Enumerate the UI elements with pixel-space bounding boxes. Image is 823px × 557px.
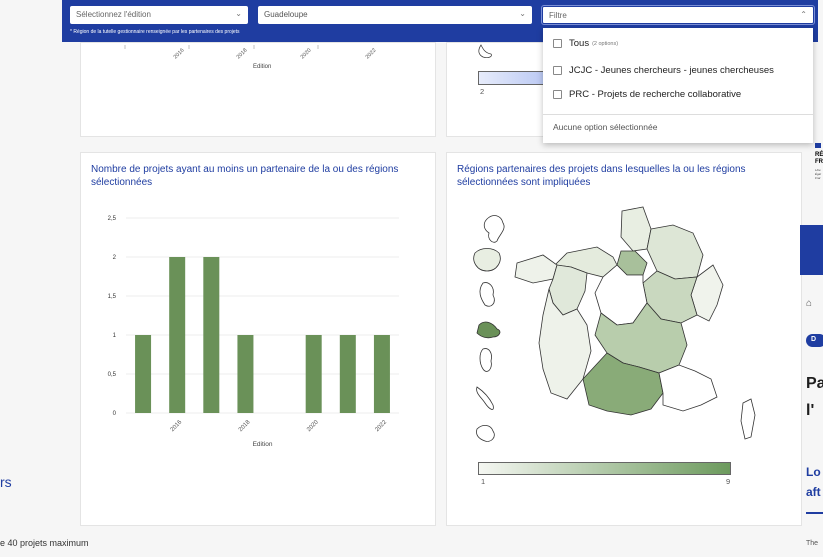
bar	[169, 257, 186, 413]
region-shape	[620, 206, 652, 252]
chevron-down-icon: ⌄	[519, 9, 526, 18]
x-tick-label: 2018	[238, 419, 252, 433]
region-shape	[476, 321, 501, 339]
region-select-value: Guadeloupe	[264, 10, 308, 19]
option-jcjc[interactable]: JCJC - Jeunes chercheurs - jeunes cherch…	[553, 65, 774, 76]
y-tick-label: 1,5	[108, 294, 117, 300]
chart-card-top-left: 2016 2018 2020 2022 Edition	[80, 42, 436, 137]
y-tick-label: 1	[113, 333, 117, 339]
divider	[806, 512, 823, 514]
bar	[339, 335, 356, 413]
logo-flag	[815, 143, 821, 148]
region-shape	[646, 224, 704, 280]
region-note: * Région de la tutelle gestionnaire rens…	[70, 29, 240, 35]
bar	[135, 335, 152, 413]
region-shape	[473, 248, 501, 272]
bar-chart-card: Nombre de projets ayant au moins un part…	[80, 152, 436, 526]
bar-chart: 0 0,5 1 1,5 2 2,5 2016 2018 2020 2022 Edition	[108, 216, 399, 448]
option-prc[interactable]: PRC - Projets de recherche collaborative	[553, 89, 741, 100]
chevron-up-icon: ⌃	[800, 10, 807, 19]
color-scale-legend	[478, 462, 731, 475]
section-title-fragment: Lo	[806, 465, 821, 479]
page-title-fragment: l'	[806, 402, 815, 419]
body-text-fragment: The	[806, 540, 819, 547]
checkbox[interactable]	[553, 39, 562, 48]
tag-pill[interactable]: D	[806, 334, 823, 347]
option-tous[interactable]: Tous (2 options)	[553, 38, 618, 49]
y-tick-label: 0,5	[108, 372, 117, 378]
option-label: PRC - Projets de recherche collaborative	[569, 89, 742, 100]
legend-min-value: 2	[480, 87, 485, 96]
option-label: JCJC - Jeunes chercheurs - jeunes cherch…	[569, 65, 774, 76]
legend-min-value: 1	[481, 477, 486, 486]
y-tick-label: 2,5	[108, 216, 117, 222]
chart-title: Régions partenaires des projets dans les…	[457, 164, 746, 188]
corsica-outline	[740, 398, 756, 440]
x-tick-label: 2016	[170, 419, 184, 433]
info-text-fragment: e 40 projets maximum	[0, 538, 89, 548]
y-tick-label: 0	[113, 411, 117, 417]
program-filter-placeholder: Filtre	[549, 11, 567, 20]
region-shape	[476, 425, 495, 442]
divider	[543, 114, 813, 115]
map-card: Régions partenaires des projets dans les…	[446, 152, 802, 526]
bar	[237, 335, 254, 413]
x-tick-label: 2020	[306, 419, 320, 433]
edition-select-placeholder: Sélectionnez l'édition	[76, 10, 151, 19]
checkbox[interactable]	[553, 90, 562, 99]
region-shape	[476, 386, 494, 410]
option-count: (2 options)	[592, 40, 619, 47]
guadeloupe-outline	[483, 215, 505, 243]
x-axis-label: Edition	[253, 441, 273, 448]
y-tick-label: 2	[113, 255, 117, 261]
bar	[373, 335, 390, 413]
legend-max-value: 9	[726, 477, 731, 486]
program-filter-dropdown: Tous (2 options) JCJC - Jeunes chercheur…	[543, 28, 813, 143]
region-shape	[479, 348, 492, 372]
chart-title: Nombre de projets ayant au moins un part…	[91, 164, 399, 188]
checkbox[interactable]	[553, 66, 562, 75]
selection-status: Aucune option sélectionnée	[553, 122, 658, 132]
chevron-down-icon: ⌄	[235, 9, 242, 18]
section-heading-fragment: rs	[0, 474, 12, 490]
region-shape	[514, 254, 558, 284]
option-label: Tous	[569, 38, 590, 49]
top-left-chart-axis	[124, 45, 319, 49]
logo-motto: Libe Égal Frat	[815, 168, 822, 180]
program-filter-select[interactable]: Filtre ⌃	[541, 5, 815, 25]
edition-select[interactable]: Sélectionnez l'édition ⌄	[70, 6, 248, 24]
section-title-fragment: aft	[806, 485, 821, 499]
page-title-fragment: Pa	[806, 375, 823, 392]
home-icon[interactable]: ⌂	[806, 298, 812, 309]
martinique-outline	[479, 282, 495, 307]
region-select[interactable]: Guadeloupe ⌄	[258, 6, 532, 24]
bar	[203, 257, 220, 413]
bar	[305, 335, 322, 413]
region-shape	[658, 364, 718, 412]
x-tick-label: 2022	[374, 419, 388, 433]
x-axis-label: Edition	[253, 64, 272, 70]
header-band	[800, 225, 823, 275]
logo-text: RÉ FR	[815, 152, 823, 165]
